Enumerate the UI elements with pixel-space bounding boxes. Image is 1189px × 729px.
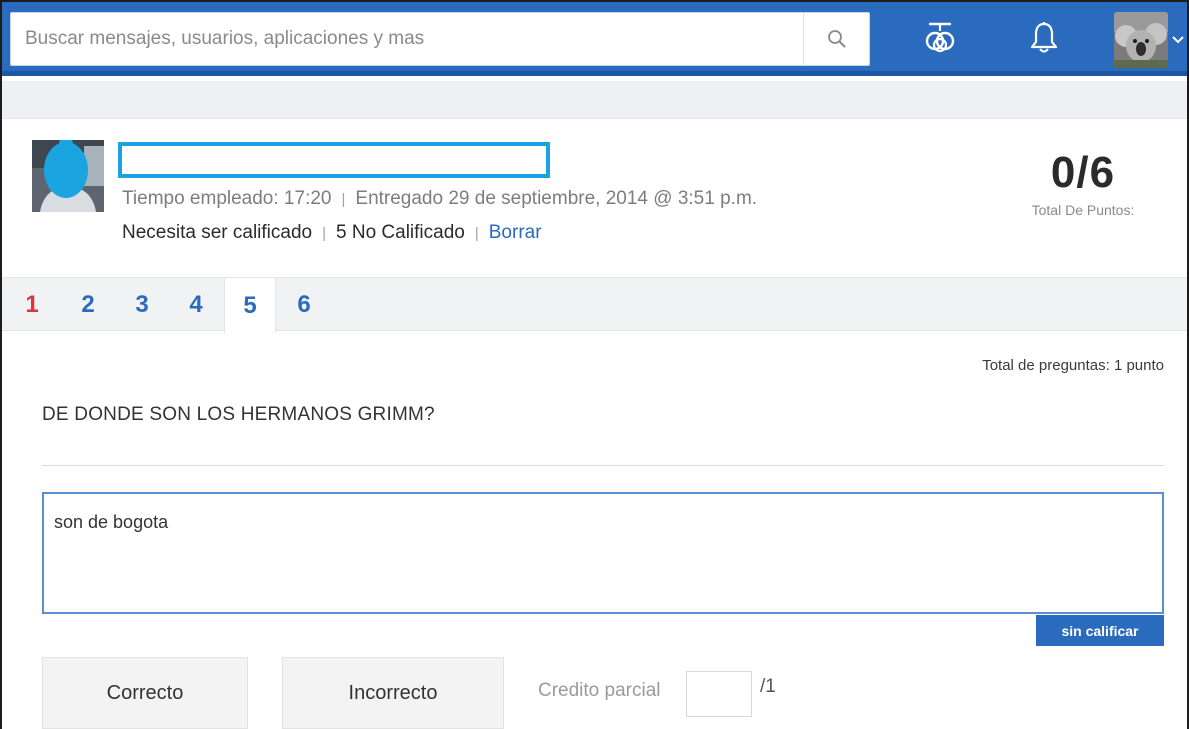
ungraded-badge: sin calificar <box>1036 615 1164 646</box>
submission-meta: Tiempo empleado: 17:20 | Entregado 29 de s… <box>122 188 757 210</box>
question-text: DE DONDE SON LOS HERMANOS GRIMM? <box>42 404 435 425</box>
delete-link[interactable]: Borrar <box>489 222 542 243</box>
app-frame: Tiempo empleado: 17:20 | Entregado 29 de s… <box>0 0 1189 729</box>
apps-button[interactable] <box>920 18 960 58</box>
separator: | <box>474 225 479 242</box>
top-navigation-bar <box>2 2 1187 76</box>
score-value: 0/6 <box>1050 148 1116 197</box>
separator: | <box>341 191 346 208</box>
search-button[interactable] <box>803 13 869 65</box>
question-tabs: 1 2 3 4 5 6 <box>2 277 1187 333</box>
tab-question-1[interactable]: 1 <box>6 278 58 332</box>
ungraded-count: 5 No Calificado <box>336 222 465 243</box>
separator: | <box>322 225 326 242</box>
user-avatar[interactable] <box>1114 12 1168 68</box>
search-box <box>10 12 870 66</box>
grading-status: Necesita ser calificado | 5 No Calificado |… <box>122 222 542 244</box>
account-menu-toggle[interactable] <box>1170 30 1186 50</box>
tab-question-3[interactable]: 3 <box>116 278 168 332</box>
partial-credit-max: /1 <box>760 676 776 697</box>
tab-question-6[interactable]: 6 <box>278 278 330 332</box>
score-label: Total De Puntos: <box>1031 202 1135 218</box>
tab-question-5[interactable]: 5 <box>224 278 276 333</box>
partial-credit-input[interactable] <box>686 671 752 717</box>
apps-icon <box>925 22 955 53</box>
correct-button[interactable]: Correcto <box>42 657 248 729</box>
student-answer: son de bogota <box>42 492 1164 614</box>
divider <box>42 465 1164 466</box>
search-input[interactable] <box>11 13 803 65</box>
time-spent: Tiempo empleado: 17:20 <box>122 188 332 209</box>
student-photo-icon <box>32 140 104 212</box>
student-avatar <box>32 140 104 212</box>
partial-credit-label: Credito parcial <box>538 680 661 701</box>
bell-icon <box>1030 22 1058 53</box>
tab-question-2[interactable]: 2 <box>62 278 114 332</box>
total-score: 0/6 Total De Puntos: <box>1002 148 1164 218</box>
tab-question-4[interactable]: 4 <box>170 278 222 332</box>
question-points: Total de preguntas: 1 punto <box>982 357 1164 374</box>
submitted-date: Entregado 29 de septiembre, 2014 @ 3:51 … <box>355 188 758 209</box>
chevron-down-icon <box>1172 36 1184 44</box>
search-icon <box>827 30 846 48</box>
incorrect-button[interactable]: Incorrecto <box>282 657 504 729</box>
needs-grading-label: Necesita ser calificado <box>122 222 313 243</box>
notifications-button[interactable] <box>1024 18 1064 58</box>
sub-header-strip <box>2 81 1187 119</box>
submission-header: Tiempo empleado: 17:20 | Entregado 29 de s… <box>2 120 1187 276</box>
koala-avatar-icon <box>1114 12 1168 68</box>
student-name-redacted <box>118 142 550 178</box>
